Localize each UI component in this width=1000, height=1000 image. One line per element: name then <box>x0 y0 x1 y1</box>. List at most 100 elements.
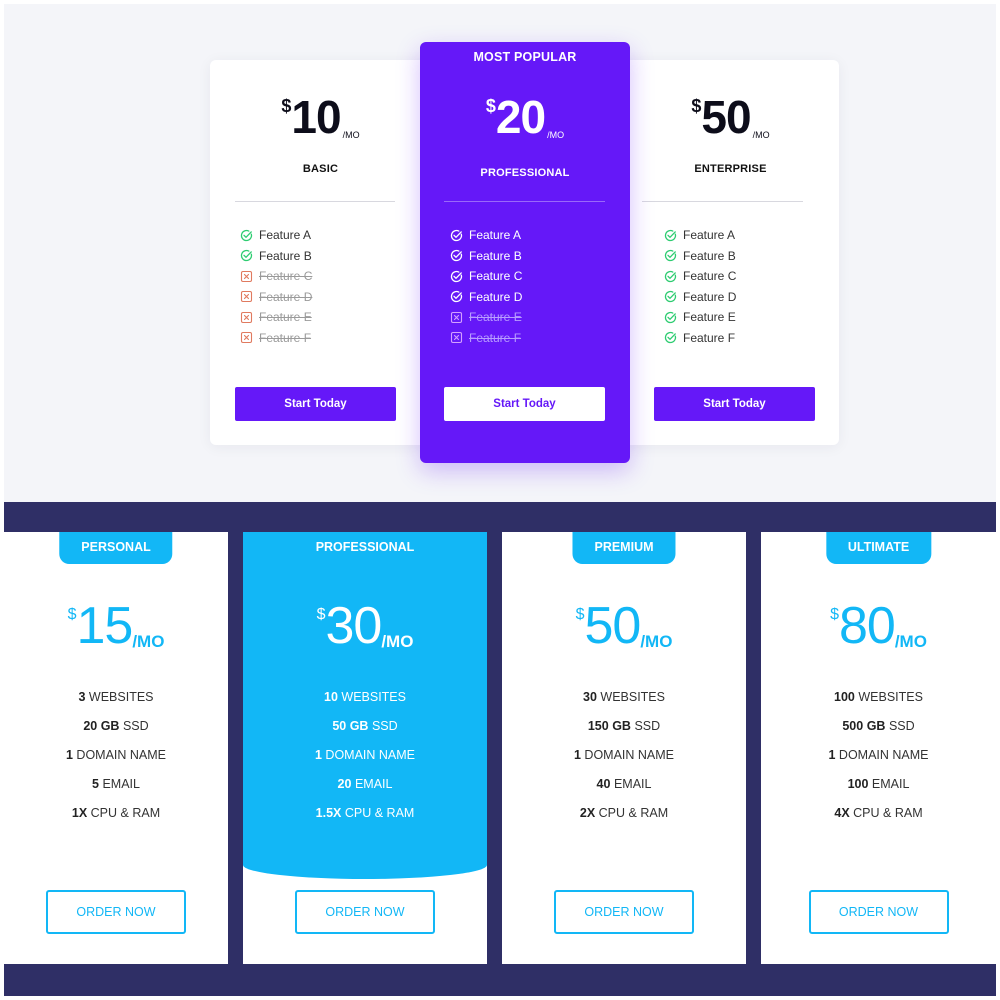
check-circle-icon <box>450 270 463 283</box>
price-period: /MO <box>752 130 770 140</box>
most-popular-label: MOST POPULAR <box>473 50 577 64</box>
spec-value: 1 <box>314 748 322 762</box>
price-period: /MO <box>547 130 565 140</box>
check-circle-icon <box>664 331 677 344</box>
x-square-icon <box>240 270 253 283</box>
spec-value: 1 <box>65 748 73 762</box>
currency-symbol: $ <box>316 606 326 623</box>
feature-item: Feature F <box>450 328 522 349</box>
start-today-button[interactable]: Start Today <box>444 387 605 421</box>
price: $80/MO <box>761 596 996 656</box>
feature-item: Feature C <box>240 266 312 287</box>
feature-item: Feature F <box>664 328 736 349</box>
spec-value: 20 GB <box>83 719 120 733</box>
spec-text: WEBSITES <box>88 690 154 704</box>
spec-value: 1 <box>573 748 581 762</box>
spec-list: 3 WEBSITES 20 GB SSD 1 DOMAIN NAME 5 EMA… <box>4 688 228 833</box>
spec-item: 1 DOMAIN NAME <box>4 746 228 775</box>
spec-item: 100 WEBSITES <box>761 688 996 717</box>
check-circle-icon <box>664 229 677 242</box>
spec-text: EMAIL <box>102 777 140 791</box>
spec-item: 30 WEBSITES <box>502 688 746 717</box>
spec-value: 150 GB <box>587 719 631 733</box>
price-period: /MO <box>640 632 673 651</box>
spec-item: 500 GB SSD <box>761 717 996 746</box>
order-now-button[interactable]: ORDER NOW <box>295 890 435 934</box>
feature-item: Feature A <box>240 225 312 246</box>
price-period: /MO <box>342 130 360 140</box>
spec-item: 100 EMAIL <box>761 775 996 804</box>
order-now-button[interactable]: ORDER NOW <box>554 890 694 934</box>
feature-label: Feature F <box>683 330 736 345</box>
pricing-card-enterprise: $50/MO ENTERPRISE Feature A Feature B Fe… <box>622 60 839 445</box>
x-square-icon <box>240 290 253 303</box>
spec-value: 100 <box>847 777 869 791</box>
spec-value: 1.5X <box>315 806 342 820</box>
spec-list: 30 WEBSITES 150 GB SSD 1 DOMAIN NAME 40 … <box>502 688 746 833</box>
price-amount: 80 <box>838 597 896 655</box>
spec-text: WEBSITES <box>858 690 923 704</box>
plan-name: ENTERPRISE <box>694 163 767 175</box>
price-amount: 50 <box>701 91 751 143</box>
spec-text: DOMAIN NAME <box>325 748 416 762</box>
price-amount: 30 <box>325 597 382 655</box>
currency-symbol: $ <box>67 606 77 623</box>
feature-label: Feature F <box>259 330 312 345</box>
feature-label: Feature D <box>683 289 737 304</box>
check-circle-icon <box>240 249 253 262</box>
price-period: /MO <box>132 632 165 651</box>
spec-item: 20 EMAIL <box>243 775 487 804</box>
spec-text: DOMAIN NAME <box>838 748 929 762</box>
spec-list: 100 WEBSITES 500 GB SSD 1 DOMAIN NAME 10… <box>761 688 996 833</box>
currency-symbol: $ <box>485 96 496 116</box>
price: $20/MO <box>420 92 630 142</box>
spec-text: EMAIL <box>354 777 393 791</box>
feature-item: Feature E <box>664 307 736 328</box>
spec-item: 5 EMAIL <box>4 775 228 804</box>
spec-value: 1X <box>71 806 88 820</box>
feature-label: Feature C <box>469 269 523 284</box>
feature-item: Feature D <box>664 287 736 308</box>
feature-item: Feature B <box>664 246 736 267</box>
plan-name: PROFESSIONAL <box>480 167 570 179</box>
price-period: /MO <box>894 632 927 651</box>
currency-symbol: $ <box>281 96 292 116</box>
start-today-button[interactable]: Start Today <box>235 387 396 421</box>
x-square-icon <box>450 331 463 344</box>
plan-tag: PREMIUM <box>572 532 676 564</box>
divider <box>444 201 605 202</box>
spec-item: 150 GB SSD <box>502 717 746 746</box>
spec-item: 3 WEBSITES <box>4 688 228 717</box>
order-now-button[interactable]: ORDER NOW <box>46 890 186 934</box>
start-today-button[interactable]: Start Today <box>654 387 815 421</box>
feature-item: Feature B <box>450 246 522 267</box>
feature-label: Feature B <box>469 248 522 263</box>
spec-value: 40 <box>596 777 611 791</box>
spec-text: EMAIL <box>871 777 910 791</box>
plan-tag: ULTIMATE <box>825 532 932 564</box>
feature-item: Feature E <box>450 307 522 328</box>
x-square-icon <box>240 331 253 344</box>
check-circle-icon <box>664 270 677 283</box>
currency-symbol: $ <box>691 96 702 116</box>
spec-text: CPU & RAM <box>90 806 161 820</box>
spec-text: SSD <box>122 719 149 733</box>
feature-label: Feature C <box>259 269 313 284</box>
check-circle-icon <box>240 229 253 242</box>
pricing-card-personal: PERSONAL $15/MO 3 WEBSITES 20 GB SSD 1 D… <box>4 532 228 964</box>
order-now-button[interactable]: ORDER NOW <box>808 890 949 934</box>
spec-value: 3 <box>78 690 86 704</box>
check-circle-icon <box>450 249 463 262</box>
feature-item: Feature D <box>240 287 312 308</box>
spec-item: 2X CPU & RAM <box>502 804 746 833</box>
feature-list: Feature A Feature B Feature C Feature D … <box>450 225 522 348</box>
feature-label: Feature E <box>469 310 522 325</box>
pricing-card-ultimate: ULTIMATE $80/MO 100 WEBSITES 500 GB SSD … <box>761 532 996 964</box>
price-amount: 50 <box>584 597 641 655</box>
check-circle-icon <box>450 290 463 303</box>
feature-item: Feature E <box>240 307 312 328</box>
spec-value: 10 <box>324 690 338 704</box>
currency-symbol: $ <box>830 606 839 623</box>
spec-list: 10 WEBSITES 50 GB SSD 1 DOMAIN NAME 20 E… <box>243 688 487 833</box>
spec-text: CPU & RAM <box>344 806 415 820</box>
